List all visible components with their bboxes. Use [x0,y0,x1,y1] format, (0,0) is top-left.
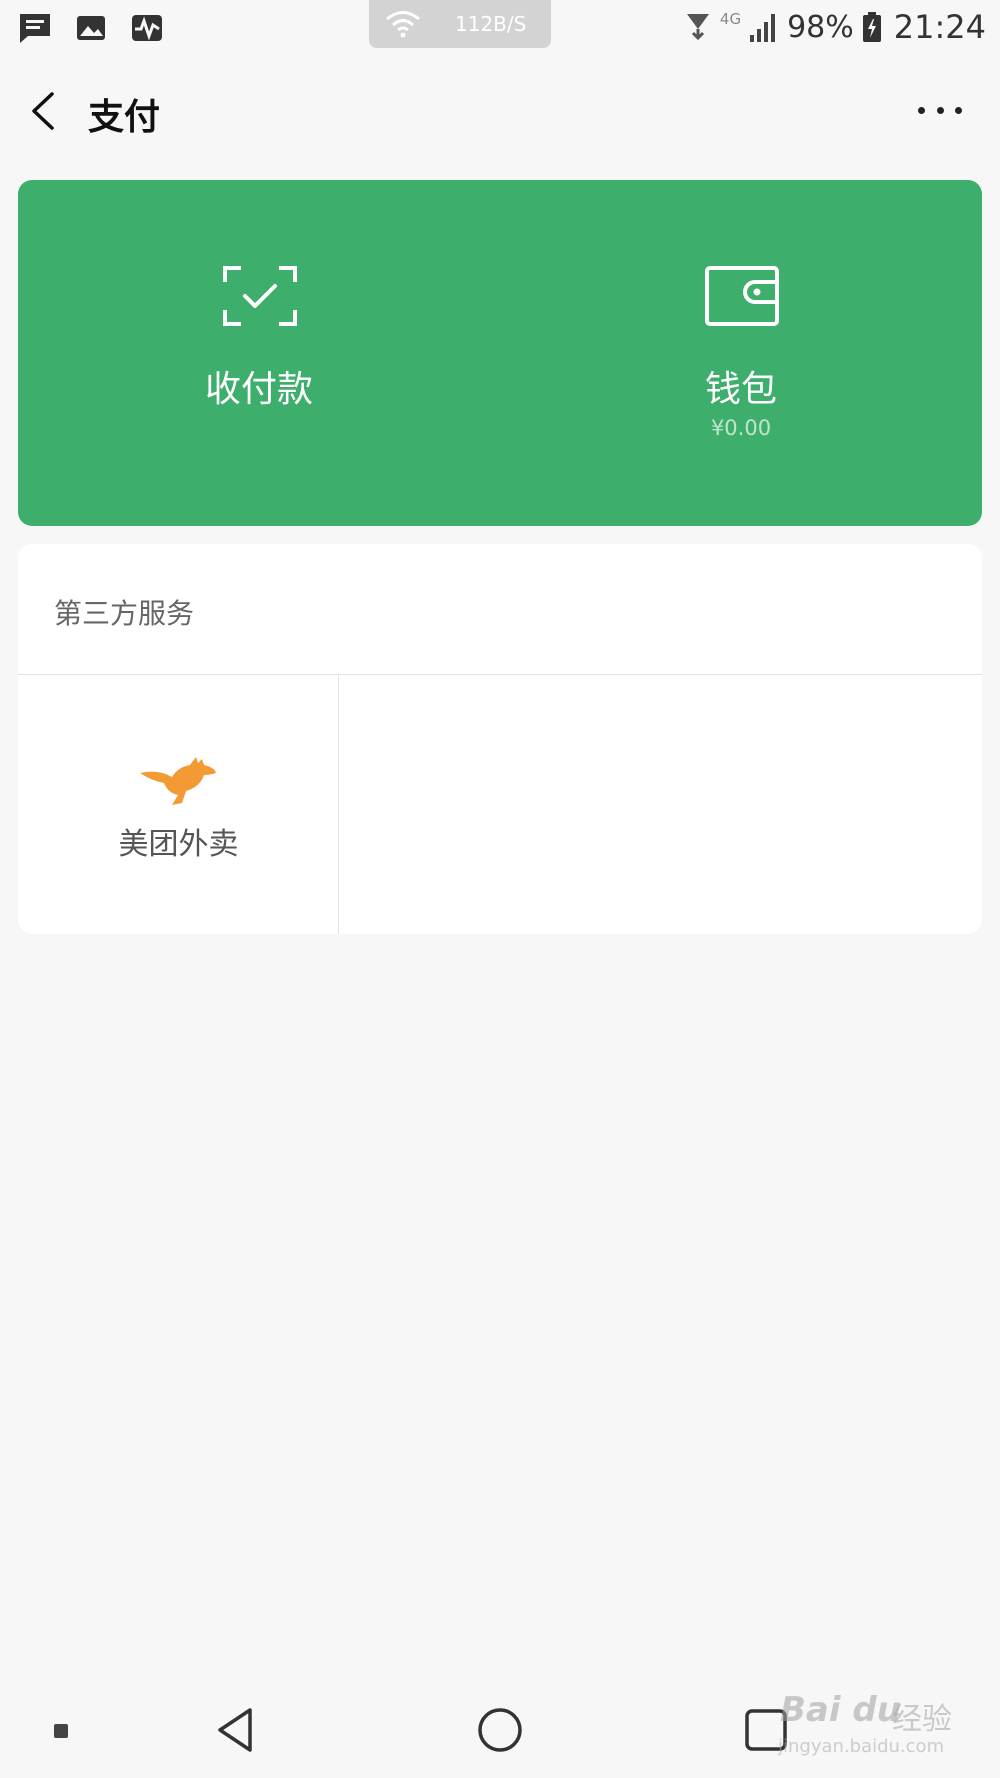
pay-card: 收付款 钱包 ¥0.00 [18,180,982,526]
status-indicators: 4G 98% 21:24 [684,8,986,46]
title-bar: 支付 [0,58,1000,164]
message-icon [20,14,50,43]
wifi-icon [386,11,420,38]
network-type-text: 4G [719,10,742,28]
wallet-icon [705,266,779,326]
more-dots-icon [918,106,925,114]
signal-icon [750,14,776,42]
more-dots-icon [936,106,944,114]
receive-pay-label: 收付款 [204,369,313,410]
scan-check-icon [223,266,297,326]
service-tile-meituan[interactable]: 美团外卖 [18,675,339,934]
section-title: 第三方服务 [54,597,195,630]
watermark-cn: 经验 [892,1702,952,1737]
back-button[interactable] [22,86,68,136]
network-speed-pill: 112B/S [369,0,551,48]
service-label: 美团外卖 [118,827,239,862]
notification-icons [18,12,164,44]
watermark: Bai du 经验 jingyan.baidu.com [760,1670,990,1770]
third-party-services-card: 第三方服务 美团外卖 [18,544,982,934]
hotspot-icon [686,14,709,41]
wallet-button[interactable]: 钱包 ¥0.00 [500,180,982,526]
kangaroo-icon [140,757,216,805]
watermark-url: jingyan.baidu.com [778,1736,945,1757]
menu-square-icon[interactable] [52,1722,70,1740]
status-bar: 112B/S 4G 98% 21:24 [0,0,1000,58]
back-triangle-icon[interactable] [212,1706,258,1754]
net-speed-text: 112B/S [455,12,527,36]
battery-percent: 98% [787,9,854,45]
wallet-label: 钱包 [704,369,777,410]
wallet-balance: ¥0.00 [710,416,772,440]
page-title: 支付 [88,97,161,138]
gallery-icon [77,16,105,40]
more-dots-icon [955,106,962,114]
watermark-brand: Bai du [780,1690,901,1730]
clock: 21:24 [893,8,986,46]
more-button[interactable] [918,100,962,120]
chevron-left-icon [32,92,54,130]
page: 112B/S 4G 98% 21:24 支付 收付款 钱包 ¥0.00 第三方服… [0,0,1000,1778]
services-grid: 美团外卖 [18,675,982,934]
activity-icon [132,15,162,41]
home-circle-icon[interactable] [476,1706,524,1754]
battery-icon [862,12,881,42]
receive-pay-button[interactable]: 收付款 [18,180,500,526]
